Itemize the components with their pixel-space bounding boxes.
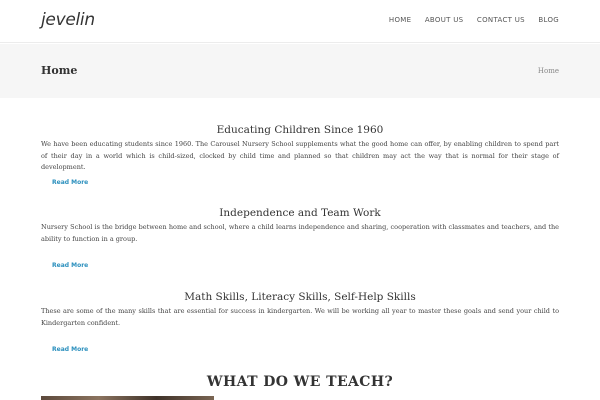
section-heading: Math Skills, Literacy Skills, Self-Help … [184, 291, 416, 303]
nav-about-us[interactable]: ABOUT US [425, 16, 464, 24]
section-skills: Math Skills, Literacy Skills, Self-Help … [41, 291, 559, 353]
section-body: Nursery School is the bridge between hom… [41, 223, 559, 243]
site-logo[interactable]: jevelin [41, 10, 95, 30]
section-educating-children: Educating Children Since 1960 We have be… [41, 124, 559, 186]
classroom-photo [41, 396, 214, 400]
read-more-link[interactable]: Read More [52, 346, 88, 353]
nav-home[interactable]: HOME [389, 16, 411, 24]
read-more-link[interactable]: Read More [52, 262, 88, 269]
section-independence: Independence and Team Work Nursery Schoo… [41, 207, 559, 269]
nav-contact-us[interactable]: CONTACT US [477, 16, 525, 24]
nav-blog[interactable]: BLOG [538, 16, 559, 24]
section-body: We have been educating students since 19… [41, 140, 559, 172]
teach-heading: WHAT DO WE TEACH? [206, 374, 394, 390]
section-heading: Educating Children Since 1960 [216, 124, 384, 136]
read-more-link[interactable]: Read More [52, 179, 88, 186]
page-title: Home [41, 64, 78, 77]
section-heading: Independence and Team Work [219, 207, 381, 219]
site-header: jevelin HOME ABOUT US CONTACT US BLOG [0, 0, 600, 43]
main-nav: HOME ABOUT US CONTACT US BLOG [375, 16, 559, 24]
section-body: These are some of the many skills that a… [41, 307, 559, 327]
breadcrumb[interactable]: Home [538, 67, 559, 75]
page-title-bar: Home Home [0, 44, 600, 98]
